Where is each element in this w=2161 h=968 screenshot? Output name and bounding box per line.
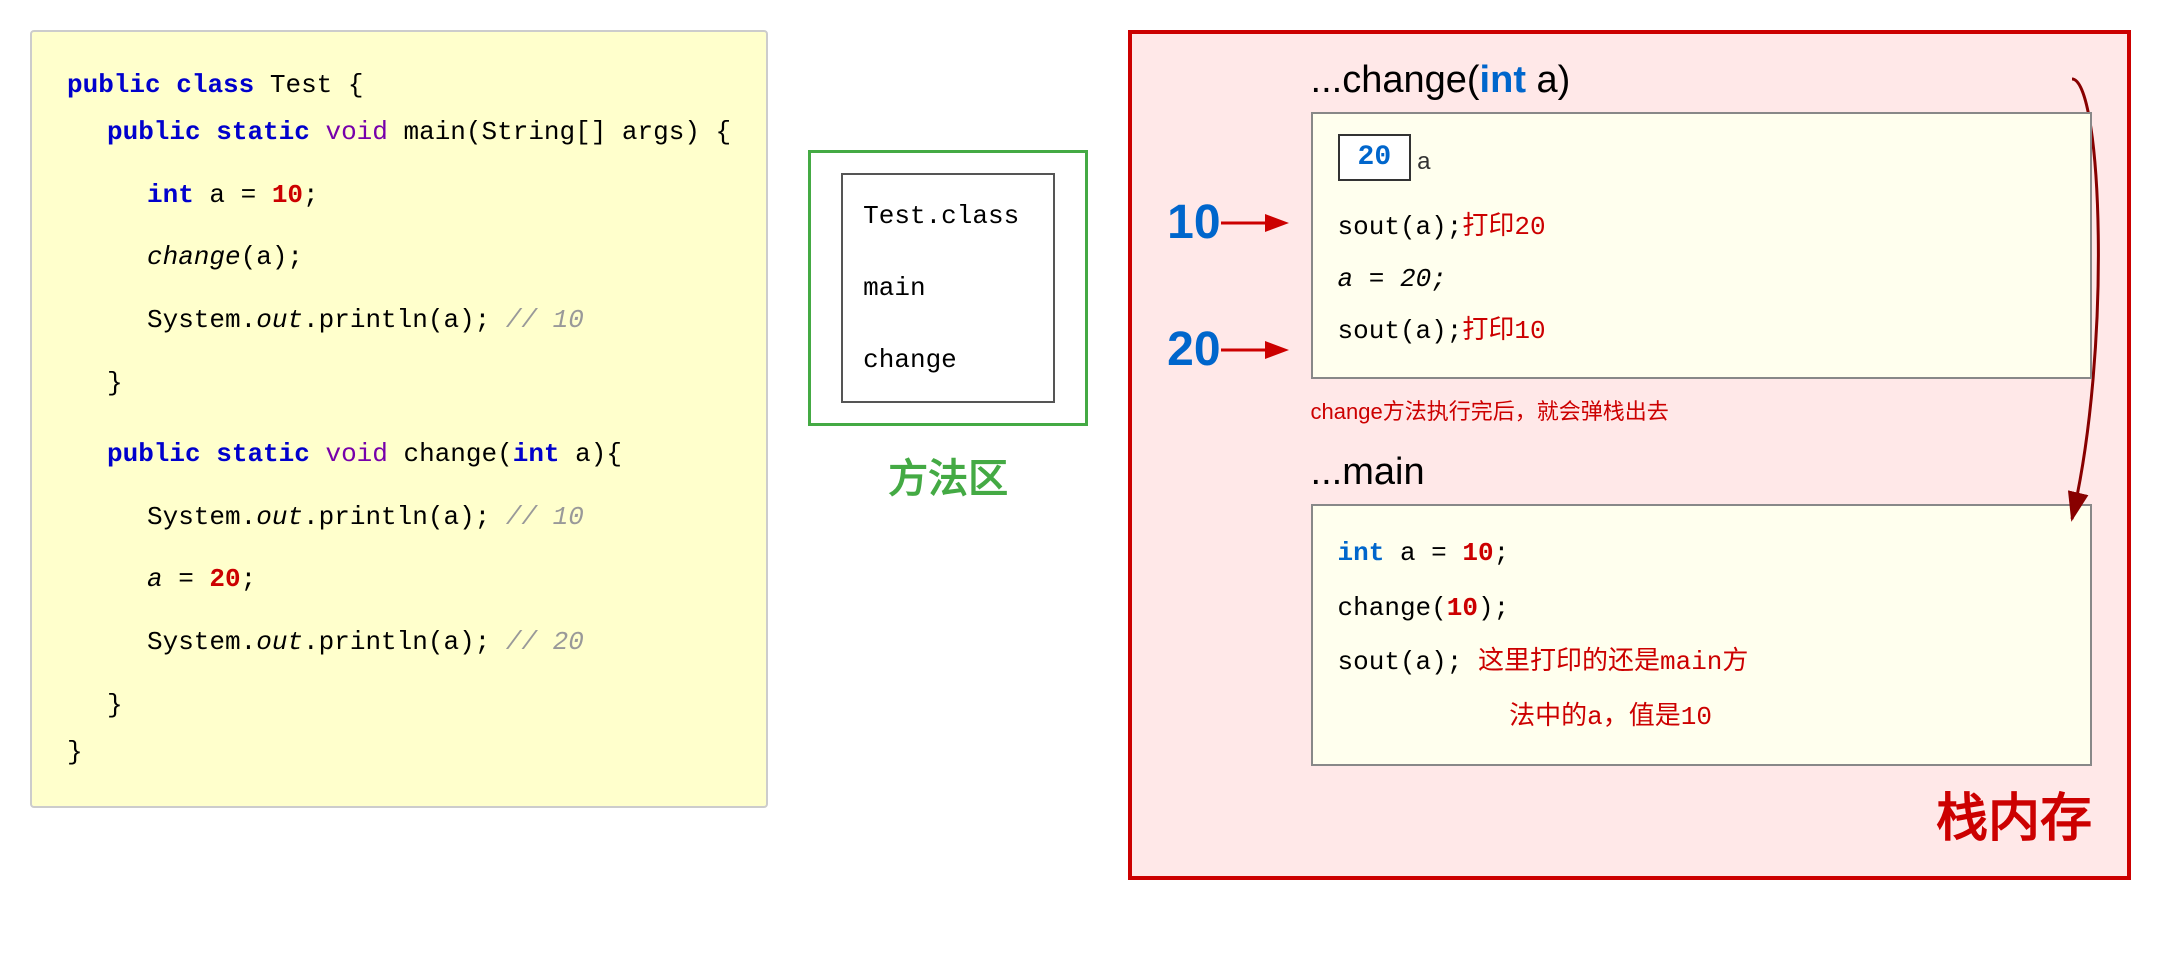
arrow-10 (1221, 205, 1301, 241)
code-line: } (107, 682, 731, 729)
method-area-box: Test.class main change (808, 150, 1088, 426)
int-keyword: int (1480, 59, 1526, 101)
code-line: } (67, 729, 731, 776)
main-line-3: sout(a); 这里打印的还是main方 法中的a，值是10 (1338, 635, 2065, 744)
code-line: change(a); (147, 234, 731, 281)
arrow-20 (1221, 332, 1301, 368)
change-sout-2: sout(a);打印10 (1338, 305, 2065, 357)
change-sout-1: sout(a);打印20 (1338, 201, 2065, 253)
code-line: System.out.println(a); // 10 (147, 494, 731, 541)
main-comment: 这里打印的还是main方 法中的a，值是10 (1338, 647, 1749, 732)
var-box-20: 20 (1338, 134, 1412, 181)
stack-title: 栈内存 (1167, 776, 2092, 851)
main-line-2: change(10); (1338, 581, 2065, 636)
code-panel: public class Test { public static void m… (30, 30, 768, 808)
method-area-item: change (863, 334, 1033, 386)
change-assign: a = 20; (1338, 253, 2065, 305)
code-line: public static void main(String[] args) { (107, 109, 731, 156)
method-area-label: 方法区 (888, 446, 1008, 504)
code-line: a = 20; (147, 556, 731, 603)
number-10-label: 10 (1167, 189, 1220, 256)
method-area-section: Test.class main change 方法区 (808, 150, 1088, 504)
code-line: public static void change(int a){ (107, 431, 731, 478)
method-area-item: Test.class (863, 190, 1033, 242)
code-line: } (107, 360, 731, 407)
var-a-label: a (1417, 148, 1430, 176)
code-line: public class Test { (67, 62, 731, 109)
change-frame: 20 a sout(a);打印20 a = 20; sout(a);打印10 (1311, 112, 2092, 379)
change-comment-2: 打印10 (1462, 316, 1545, 346)
change-frame-header: ...change(int a) (1311, 59, 2092, 102)
code-line: System.out.println(a); // 20 (147, 619, 731, 666)
change-comment-1: 打印20 (1462, 212, 1545, 242)
stack-panel: 10 20 (1128, 30, 2131, 880)
code-line: System.out.println(a); // 10 (147, 297, 731, 344)
method-area-item: main (863, 262, 1033, 314)
number-20-label: 20 (1167, 316, 1220, 383)
code-line: int a = 10; (147, 172, 731, 219)
method-area-inner: Test.class main change (841, 173, 1055, 403)
